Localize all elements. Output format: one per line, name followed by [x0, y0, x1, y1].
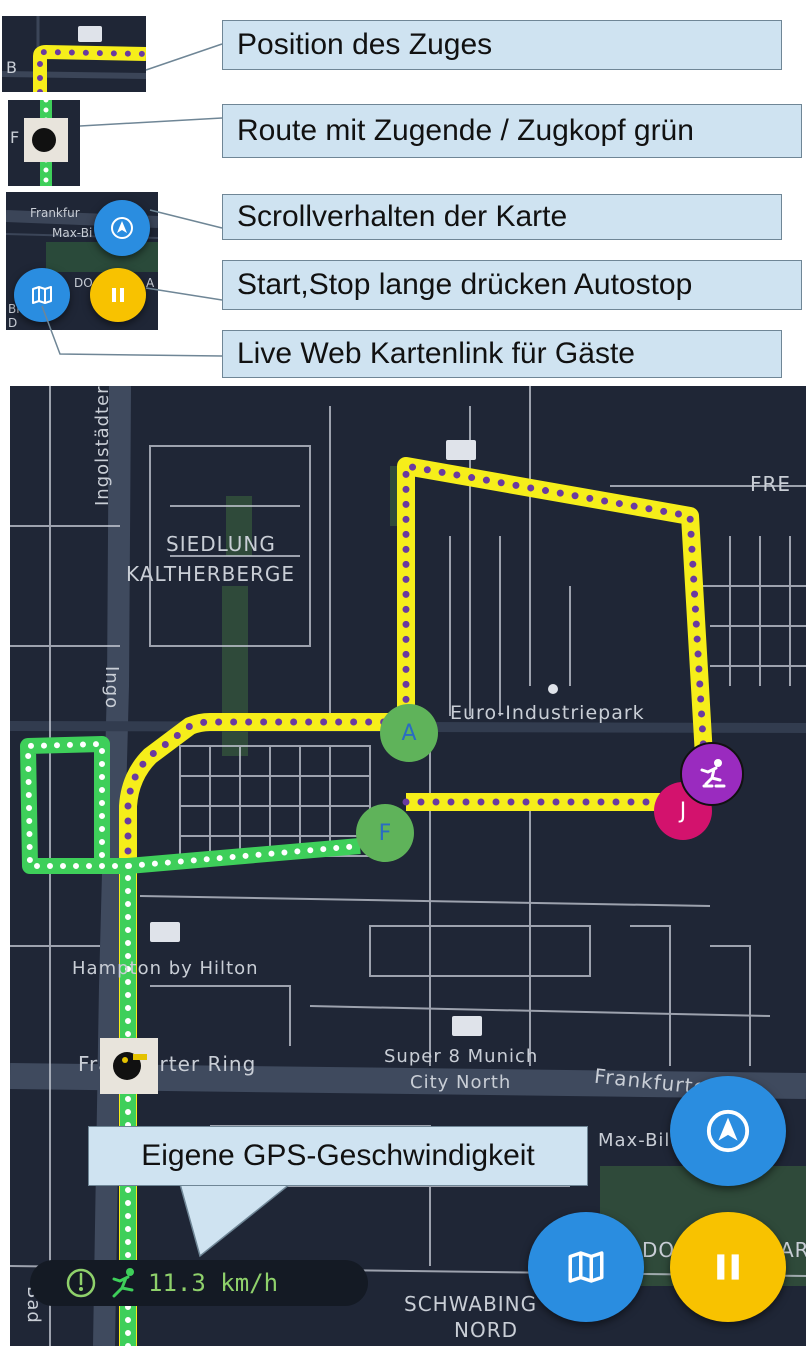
speed-value: 11.3 km/h: [148, 1269, 279, 1297]
speed-indicator: 11.3 km/h: [30, 1260, 368, 1306]
skater-icon: [112, 1268, 134, 1298]
speedometer-icon: [66, 1268, 96, 1298]
gps-speed-callout: Eigene GPS-Geschwindigkeit: [88, 1126, 588, 1186]
